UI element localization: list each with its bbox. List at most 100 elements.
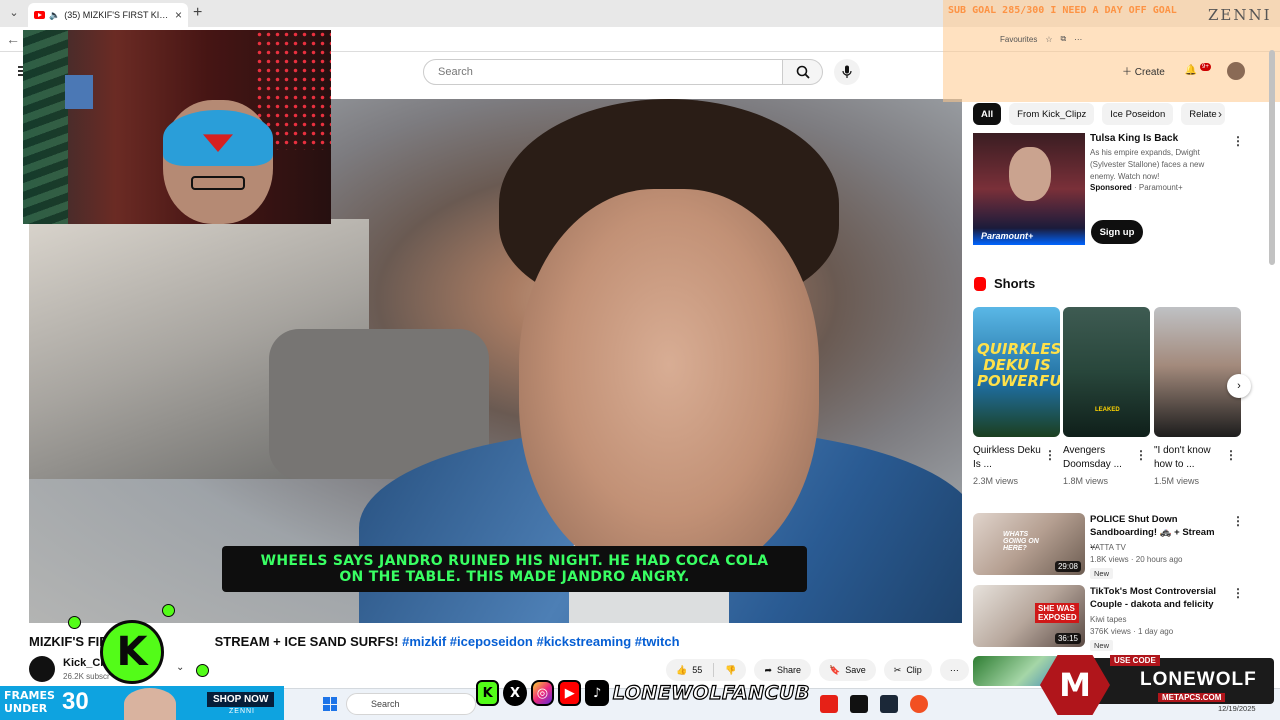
new-badge: New (1090, 640, 1114, 651)
thumbs-down-icon[interactable]: 👎 (725, 665, 736, 676)
zenni-promo-banner: FRAMES UNDER 30 SHOP NOW ZENNI (0, 686, 284, 720)
new-badge: New (1090, 568, 1114, 579)
create-button[interactable]: ＋ Create (1122, 63, 1165, 78)
bell-icon[interactable]: 🔔 (1185, 65, 1197, 76)
chevron-right-icon: › (1237, 380, 1241, 392)
webcam-tapestry (23, 30, 68, 224)
more-vert-icon[interactable]: ⋮ (1135, 448, 1147, 462)
shorts-next-button[interactable]: › (1227, 374, 1251, 398)
recommended-thumbnail[interactable]: WHATS GOING ON HERE? 29:08 (973, 513, 1085, 575)
ad-meta: Sponsored · Paramount+ (1090, 183, 1183, 192)
recommended-channel[interactable]: YATTA TV (1090, 543, 1126, 552)
more-vert-icon[interactable]: ⋮ (1232, 134, 1244, 148)
promo-price: 30 (62, 688, 89, 715)
more-actions-button[interactable]: ⋯ (939, 659, 969, 681)
ad-signup-button[interactable]: Sign up (1091, 220, 1143, 244)
clip-button[interactable]: ✂ Clip (883, 659, 932, 681)
search-input[interactable]: Search (423, 59, 783, 85)
star-icon[interactable]: ☆ (1045, 35, 1052, 44)
save-label: Save (845, 665, 866, 675)
ad-face (1009, 147, 1051, 201)
shorts-heading: Shorts (974, 276, 1035, 291)
browser-tab-active[interactable]: 🔈 (35) MIZKIF'S FIRST KICKSTRE × (28, 3, 188, 27)
channel-avatar[interactable] (29, 656, 55, 682)
filter-chips: All From Kick_Clipz Ice Poseidon Relate (973, 103, 1225, 125)
channel-subscribers: 26.2K subscr (63, 672, 110, 681)
shop-now-label: SHOP NOW (207, 692, 275, 707)
kick-logo: K (100, 620, 164, 684)
promo-model (124, 688, 176, 720)
speaker-icon[interactable]: 🔈 (49, 10, 60, 21)
video-hashtags[interactable]: #mizkif #iceposeidon #kickstreaming #twi… (402, 634, 679, 649)
steam-app-icon[interactable] (880, 695, 898, 713)
more-vert-icon[interactable]: ⋮ (1225, 448, 1237, 462)
netflix-app-icon[interactable] (850, 695, 868, 713)
superman-beanie (163, 110, 273, 166)
youtube-app-icon[interactable] (820, 695, 838, 713)
instagram-icon: ◎ (530, 680, 555, 706)
tiktok-icon: ♪ (585, 680, 609, 706)
back-arrow-icon[interactable]: ← (6, 31, 20, 47)
thumbs-up-icon: 👍 (676, 664, 688, 675)
short-title[interactable]: Quirkless Deku Is ... (973, 444, 1043, 472)
video-subtitle: WHEELS SAYS JANDRO RUINED HIS NIGHT. HE … (222, 546, 807, 592)
ad-thumbnail[interactable]: Paramount+ (973, 133, 1085, 245)
account-avatar[interactable] (1227, 62, 1245, 80)
recommended-channel[interactable]: Kiwi tapes (1090, 615, 1126, 624)
recommended-title[interactable]: TikTok's Most Controversial Couple - dak… (1090, 585, 1225, 611)
more-vert-icon[interactable]: ⋮ (1232, 514, 1244, 528)
chip-all[interactable]: All (973, 103, 1002, 125)
short-thumbnail[interactable]: QUIRKLESS DEKU IS POWERFUL (973, 307, 1060, 437)
person-face (519, 189, 819, 579)
shorts-heading-label: Shorts (994, 276, 1036, 291)
windows-start-icon[interactable] (323, 697, 337, 711)
voice-search-button[interactable] (834, 59, 860, 85)
share-icon: ➦ (764, 664, 772, 675)
save-button[interactable]: 🔖 Save (819, 659, 876, 681)
frames-line-2: UNDER (4, 702, 48, 715)
short-title[interactable]: "I don't know how to ... (1154, 444, 1224, 472)
search-button[interactable] (783, 59, 823, 85)
video-title-part-1: MIZKIF'S FIR (29, 634, 109, 649)
chip-ice-poseidon[interactable]: Ice Poseidon (1102, 103, 1174, 125)
thumbnail-text: SHE WAS EXPOSED (1035, 603, 1079, 623)
short-overlay-text: QUIRKLESS DEKU IS POWERFUL (977, 340, 1060, 390)
more-vert-icon[interactable]: ⋮ (1232, 586, 1244, 600)
tab-close-icon[interactable]: × (175, 8, 182, 22)
share-label: Share (777, 665, 802, 675)
tab-list-dropdown-icon[interactable]: ⌄ (6, 6, 22, 22)
subtitle-line-2: ON THE TABLE. THIS MADE JANDRO ANGRY. (339, 569, 690, 585)
video-duration: 36:15 (1054, 633, 1081, 644)
lonewolf-site: METAPCS.COM (1158, 693, 1226, 702)
clip-label: Clip (906, 665, 922, 675)
recommended-thumbnail[interactable]: SHE WAS EXPOSED 36:15 (973, 585, 1085, 647)
chip-from-channel[interactable]: From Kick_Clipz (1009, 103, 1095, 125)
youtube-header-right: ＋ Create 🔔 (1122, 63, 1197, 78)
short-thumbnail[interactable] (1154, 307, 1241, 437)
short-thumbnail[interactable]: LEAKED (1063, 307, 1150, 437)
more-vert-icon[interactable]: ⋮ (1044, 448, 1056, 462)
sub-goal-text: SUB GOAL 285/300 I NEED A DAY OFF GOAL (948, 5, 1177, 16)
shorts-icon (974, 276, 986, 291)
page-scrollbar[interactable] (1269, 50, 1275, 265)
streamer-webcam (23, 30, 331, 224)
frames-line-1: FRAMES (4, 689, 55, 702)
taskbar-search[interactable]: Search (346, 693, 476, 715)
ad-title[interactable]: Tulsa King Is Back (1090, 133, 1178, 144)
short-views: 1.5M views (1154, 476, 1200, 486)
promo-zenni-text: ZENNI (229, 708, 255, 715)
frames-under-text: FRAMES UNDER (4, 689, 55, 715)
browser-app-icon[interactable] (910, 695, 928, 713)
ad-description: As his empire expands, Dwight (Sylvester… (1090, 148, 1205, 181)
short-views: 2.3M views (973, 476, 1019, 486)
favourites-label[interactable]: Favourites (1000, 35, 1037, 44)
short-title[interactable]: Avengers Doomsday ... (1063, 444, 1133, 472)
chevron-right-icon[interactable]: › (1218, 107, 1222, 121)
plus-icon: ＋ (1122, 67, 1132, 78)
chevron-down-icon[interactable]: ⌄ (176, 662, 184, 673)
extensions-icon[interactable]: ⧉ (1061, 34, 1067, 44)
new-tab-button[interactable]: + (193, 4, 202, 22)
lonewolf-code: LONEWOLF (1140, 669, 1257, 690)
short-overlay-text: LEAKED (1095, 407, 1120, 413)
more-icon[interactable]: ⋯ (1074, 35, 1082, 44)
